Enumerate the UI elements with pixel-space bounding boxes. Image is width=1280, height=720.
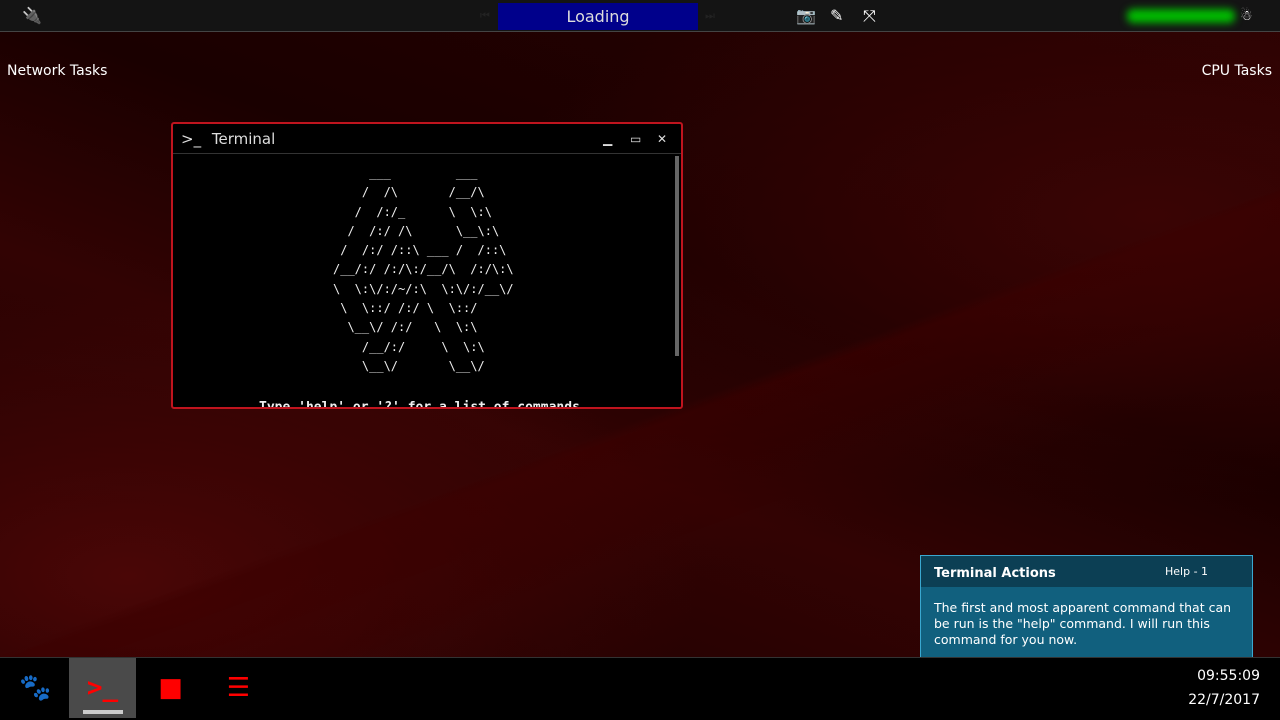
- help-title: Terminal Actions: [934, 566, 1056, 581]
- close-button[interactable]: ✕: [657, 124, 667, 154]
- help-counter: Help - 1: [1165, 565, 1209, 578]
- taskbar: 🐾 >_ ■ ☰ 09:55:09 22/7/2017: [0, 657, 1280, 720]
- list-icon[interactable]: ☰: [205, 658, 272, 718]
- active-indicator: [83, 710, 123, 714]
- plug-icon[interactable]: 🔌: [22, 0, 42, 32]
- help-text: The first and most apparent command that…: [934, 600, 1232, 647]
- minimize-button[interactable]: ▁: [603, 124, 612, 154]
- loading-status: Loading: [498, 3, 698, 30]
- maximize-button[interactable]: ▭: [630, 124, 641, 154]
- network-tasks-label: Network Tasks: [7, 63, 108, 79]
- terminal-title: Terminal: [211, 130, 276, 148]
- camera-icon[interactable]: 📷: [796, 0, 816, 32]
- terminal-prompt-icon: >_: [181, 130, 202, 148]
- mic-off-icon[interactable]: ✎: [830, 0, 843, 32]
- user-icon[interactable]: ☃: [1240, 0, 1253, 32]
- clock-time: 09:55:09: [1197, 668, 1260, 684]
- folder-icon[interactable]: ■: [137, 658, 204, 718]
- help-tooltip: Terminal Actions Help - 1 The first and …: [920, 555, 1253, 661]
- clock-date: 22/7/2017: [1188, 692, 1260, 708]
- terminal-output[interactable]: ___ ___ / /\ /__/\ / /:/_ \ \:\ / /:/ /\…: [173, 154, 681, 409]
- terminal-scrollbar[interactable]: [675, 156, 679, 356]
- ascii-logo: ___ ___ / /\ /__/\ / /:/_ \ \:\ / /:/ /\…: [333, 166, 514, 373]
- skip-back-icon[interactable]: ⏮: [480, 0, 490, 32]
- ip-address-blurred: [1127, 9, 1235, 23]
- cpu-tasks-label: CPU Tasks: [1201, 63, 1272, 79]
- fullscreen-icon[interactable]: ⤧: [863, 0, 876, 32]
- skip-forward-icon[interactable]: ⏭: [705, 0, 715, 32]
- terminal-titlebar[interactable]: >_ Terminal ▁ ▭ ✕: [173, 124, 681, 154]
- top-bar: 🔌 ⏮ Loading ⏭ 📷 ✎ ⤧ ☃: [0, 0, 1280, 32]
- terminal-icon[interactable]: >_: [69, 658, 136, 718]
- paw-icon[interactable]: 🐾: [2, 658, 69, 718]
- terminal-hint: Type 'help' or '?' for a list of command…: [259, 400, 580, 409]
- terminal-window[interactable]: >_ Terminal ▁ ▭ ✕ ___ ___ / /\ /__/\ / /…: [171, 122, 683, 409]
